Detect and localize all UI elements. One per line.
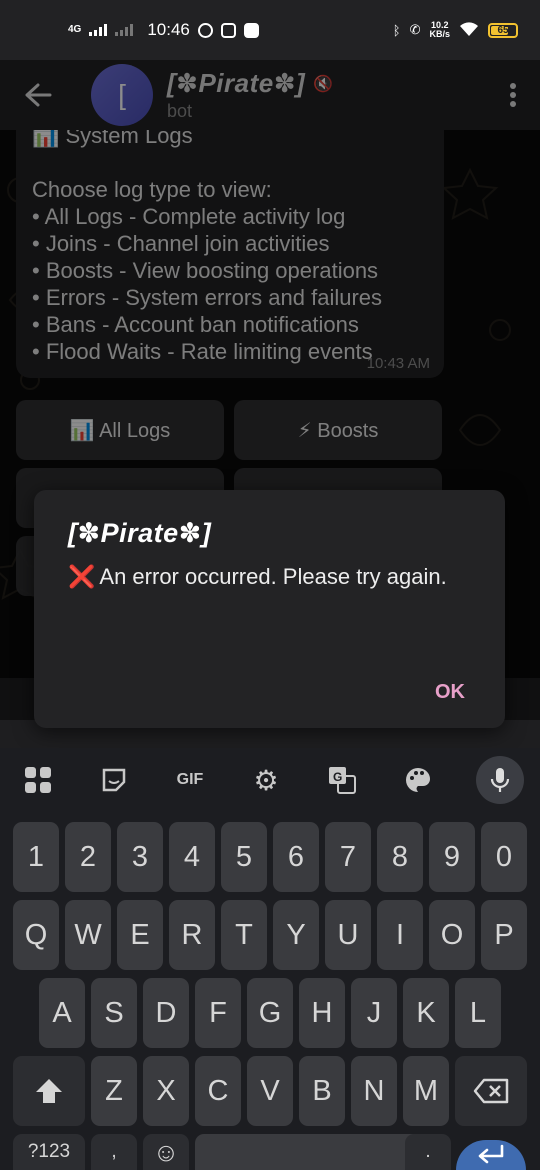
key-9[interactable]: 9 <box>429 822 475 892</box>
key-1[interactable]: 1 <box>13 822 59 892</box>
key-p[interactable]: P <box>481 900 527 970</box>
key-n[interactable]: N <box>351 1056 397 1126</box>
palette-icon[interactable] <box>380 748 456 812</box>
key-y[interactable]: Y <box>273 900 319 970</box>
key-r[interactable]: R <box>169 900 215 970</box>
keyboard: GIF ⚙ G 1 2 3 4 5 6 7 8 9 0 Q W E R T Y … <box>0 748 540 1170</box>
target-icon <box>197 22 213 38</box>
key-o[interactable]: O <box>429 900 475 970</box>
key-4[interactable]: 4 <box>169 822 215 892</box>
gif-button[interactable]: GIF <box>152 748 228 812</box>
key-0[interactable]: 0 <box>481 822 527 892</box>
network-speed: 10.2 KB/s <box>429 21 450 39</box>
key-v[interactable]: V <box>247 1056 293 1126</box>
youtube-icon <box>243 22 259 38</box>
battery-level: 65 <box>497 24 509 36</box>
key-z[interactable]: Z <box>91 1056 137 1126</box>
key-x[interactable]: X <box>143 1056 189 1126</box>
emoji-icon: ☺ <box>152 1136 180 1167</box>
error-icon: ❌ <box>68 564 96 589</box>
key-2[interactable]: 2 <box>65 822 111 892</box>
dialog-message-text: An error occurred. Please try again. <box>99 564 447 589</box>
key-6[interactable]: 6 <box>273 822 319 892</box>
key-h[interactable]: H <box>299 978 345 1048</box>
comma-key[interactable]: , <box>91 1134 137 1170</box>
key-b[interactable]: B <box>299 1056 345 1126</box>
key-m[interactable]: M <box>403 1056 449 1126</box>
key-f[interactable]: F <box>195 978 241 1048</box>
shift-icon <box>36 1079 62 1103</box>
key-7[interactable]: 7 <box>325 822 371 892</box>
key-i[interactable]: I <box>377 900 423 970</box>
signal-icon <box>89 24 108 36</box>
enter-icon <box>478 1144 504 1164</box>
backspace-icon <box>473 1078 509 1104</box>
bluetooth-icon: ᛒ <box>392 22 401 38</box>
key-5[interactable]: 5 <box>221 822 267 892</box>
key-3[interactable]: 3 <box>117 822 163 892</box>
key-t[interactable]: T <box>221 900 267 970</box>
dialog-message: ❌ An error occurred. Please try again. <box>68 563 471 590</box>
key-u[interactable]: U <box>325 900 371 970</box>
key-c[interactable]: C <box>195 1056 241 1126</box>
key-s[interactable]: S <box>91 978 137 1048</box>
grid-icon[interactable] <box>0 748 76 812</box>
wifi-icon <box>459 21 479 40</box>
key-d[interactable]: D <box>143 978 189 1048</box>
gear-icon[interactable]: ⚙ <box>228 748 304 812</box>
key-a[interactable]: A <box>39 978 85 1048</box>
period-key[interactable]: . <box>405 1134 451 1170</box>
key-j[interactable]: J <box>351 978 397 1048</box>
ok-button[interactable]: OK <box>435 681 465 704</box>
signal-2-icon <box>115 24 134 36</box>
key-k[interactable]: K <box>403 978 449 1048</box>
svg-text:G: G <box>333 770 342 784</box>
keyboard-toolbar: GIF ⚙ G <box>0 748 540 812</box>
translate-icon[interactable]: G <box>304 748 380 812</box>
shift-key[interactable] <box>13 1056 85 1126</box>
call-icon: ✆ <box>409 22 421 37</box>
key-e[interactable]: E <box>117 900 163 970</box>
key-q[interactable]: Q <box>13 900 59 970</box>
clock: 10:46 <box>147 20 190 39</box>
speed-unit: KB/s <box>429 29 450 39</box>
space-key[interactable] <box>195 1134 423 1170</box>
key-8[interactable]: 8 <box>377 822 423 892</box>
key-g[interactable]: G <box>247 978 293 1048</box>
key-l[interactable]: L <box>455 978 501 1048</box>
mail-icon <box>220 22 236 38</box>
enter-key[interactable] <box>456 1140 526 1170</box>
symbols-key[interactable]: ?123 <box>13 1134 85 1170</box>
backspace-key[interactable] <box>455 1056 527 1126</box>
dialog-title: [✽Pirate✽] <box>68 518 212 548</box>
key-w[interactable]: W <box>65 900 111 970</box>
error-dialog: [✽Pirate✽] ❌ An error occurred. Please tr… <box>34 490 505 728</box>
network-type: 4G <box>68 24 82 35</box>
battery-icon: 65 <box>488 22 518 38</box>
sticker-icon[interactable] <box>76 748 152 812</box>
mic-icon[interactable] <box>476 756 524 804</box>
emoji-key[interactable]: ☺ <box>143 1134 189 1170</box>
status-bar: 4G 10:46 ᛒ ✆ 10.2 KB/s 65 <box>0 0 540 60</box>
